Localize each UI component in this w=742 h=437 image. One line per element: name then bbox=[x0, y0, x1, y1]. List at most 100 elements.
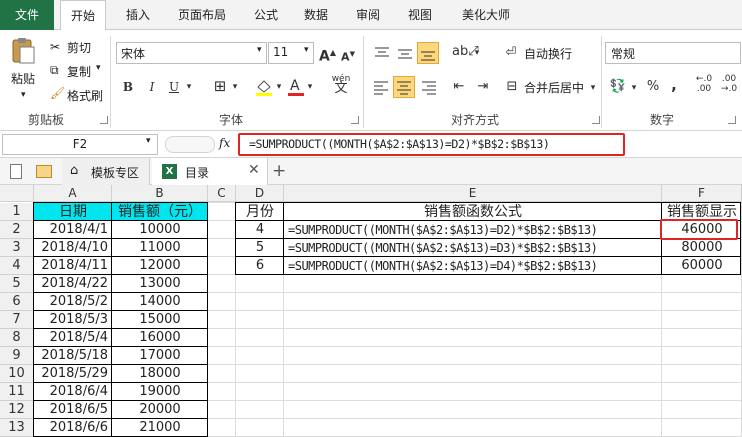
insert-function-icon[interactable]: fx bbox=[219, 136, 230, 150]
cut-icon[interactable]: ✂ bbox=[50, 40, 60, 54]
cell-a1-header[interactable]: 日期 bbox=[34, 203, 112, 221]
formula-input[interactable]: =SUMPRODUCT((MONTH($A$2:$A$13)=D2)*$B$2:… bbox=[238, 133, 625, 156]
name-box-dropdown-icon[interactable]: ▾ bbox=[146, 136, 151, 146]
percent-button[interactable]: % bbox=[645, 78, 661, 96]
menu-file[interactable]: 文件 bbox=[0, 0, 54, 30]
cell-month[interactable]: 6 bbox=[236, 257, 284, 275]
fill-color-icon[interactable] bbox=[254, 77, 274, 97]
cell-sales[interactable]: 12000 bbox=[112, 257, 208, 275]
paste-dropdown-icon[interactable]: ▾ bbox=[21, 90, 26, 100]
cell-date[interactable]: 2018/5/4 bbox=[34, 329, 112, 347]
cell-date[interactable]: 2018/6/5 bbox=[34, 401, 112, 419]
column-header-b[interactable]: B bbox=[112, 185, 208, 202]
menu-insert[interactable]: 插入 bbox=[118, 0, 158, 30]
row-header-13[interactable]: 13 bbox=[0, 419, 34, 437]
align-bottom-button[interactable] bbox=[417, 42, 439, 64]
merge-center-button[interactable]: 合并后居中 bbox=[524, 79, 584, 96]
cell-formula-text[interactable]: =SUMPRODUCT((MONTH($A$2:$A$13)=D2)*$B$2:… bbox=[284, 221, 662, 239]
cell-sales[interactable]: 13000 bbox=[112, 275, 208, 293]
underline-dropdown-icon[interactable]: ▾ bbox=[184, 78, 194, 96]
menu-page-layout[interactable]: 页面布局 bbox=[170, 0, 234, 30]
align-right-icon[interactable] bbox=[418, 78, 438, 96]
row-header-4[interactable]: 4 bbox=[0, 257, 34, 275]
merge-dropdown-icon[interactable]: ▾ bbox=[588, 79, 598, 97]
orientation-dropdown-icon[interactable]: ▾ bbox=[472, 44, 482, 62]
column-header-c[interactable]: C bbox=[208, 185, 236, 202]
cell-date[interactable]: 2018/4/1 bbox=[34, 221, 112, 239]
row-header-10[interactable]: 10 bbox=[0, 365, 34, 383]
number-format-select[interactable]: 常规 bbox=[605, 42, 741, 64]
cell-date[interactable]: 2018/5/18 bbox=[34, 347, 112, 365]
row-header-5[interactable]: 5 bbox=[0, 275, 34, 293]
menu-review[interactable]: 审阅 bbox=[350, 0, 386, 30]
cell-sales[interactable]: 11000 bbox=[112, 239, 208, 257]
grow-font-icon[interactable]: A▲ bbox=[319, 44, 336, 66]
cell-e1-header[interactable]: 销售额函数公式 bbox=[284, 203, 662, 221]
row-header-1[interactable]: 1 bbox=[0, 203, 34, 221]
phonetic-guide-icon[interactable]: wén 文 bbox=[327, 74, 355, 95]
column-header-e[interactable]: E bbox=[284, 185, 662, 202]
cell-sales[interactable]: 10000 bbox=[112, 221, 208, 239]
format-painter-icon[interactable]: 🖌 bbox=[50, 86, 65, 100]
tab-template-zone[interactable]: ⌂ 模板专区 bbox=[62, 158, 150, 185]
italic-button[interactable]: I bbox=[144, 78, 160, 96]
font-name-select[interactable]: 宋体 ▾ bbox=[116, 42, 267, 64]
cell-sales[interactable]: 20000 bbox=[112, 401, 208, 419]
wrap-text-button[interactable]: 自动换行 bbox=[524, 45, 572, 62]
cell-month[interactable]: 4 bbox=[236, 221, 284, 239]
font-size-select[interactable]: 11 ▾ bbox=[268, 42, 314, 64]
cell-sales[interactable]: 19000 bbox=[112, 383, 208, 401]
accounting-format-icon[interactable]: 💱 bbox=[608, 78, 628, 96]
menu-view[interactable]: 视图 bbox=[402, 0, 438, 30]
text-orientation-icon[interactable]: ab⤢ bbox=[452, 43, 479, 61]
copy-button[interactable]: 复制 bbox=[67, 63, 91, 80]
cell-date[interactable]: 2018/4/22 bbox=[34, 275, 112, 293]
folder-icon[interactable] bbox=[36, 165, 52, 178]
cell-date[interactable]: 2018/6/6 bbox=[34, 419, 112, 437]
cell-sales[interactable]: 18000 bbox=[112, 365, 208, 383]
cell-sales[interactable]: 21000 bbox=[112, 419, 208, 437]
cell-sales[interactable]: 16000 bbox=[112, 329, 208, 347]
cell-date[interactable]: 2018/4/10 bbox=[34, 239, 112, 257]
row-header-12[interactable]: 12 bbox=[0, 401, 34, 419]
decrease-decimal-icon[interactable]: .00 →.0 bbox=[719, 74, 739, 94]
bold-button[interactable]: B bbox=[120, 78, 136, 96]
column-header-a[interactable]: A bbox=[34, 185, 112, 202]
column-header-f[interactable]: F bbox=[662, 185, 742, 202]
decrease-indent-icon[interactable]: ⇤ bbox=[450, 78, 468, 96]
wrap-text-icon[interactable]: ⏎ bbox=[502, 44, 520, 62]
font-color-icon[interactable]: A bbox=[287, 76, 305, 98]
alignment-launcher-icon[interactable] bbox=[592, 116, 600, 124]
menu-formulas[interactable]: 公式 bbox=[248, 0, 284, 30]
cell-result[interactable]: 80000 bbox=[662, 239, 742, 257]
name-box[interactable]: F2 bbox=[2, 134, 158, 155]
cell-result[interactable]: 60000 bbox=[662, 257, 742, 275]
cut-button[interactable]: 剪切 bbox=[67, 39, 91, 56]
cell-d1-header[interactable]: 月份 bbox=[236, 203, 284, 221]
cell-date[interactable]: 2018/4/11 bbox=[34, 257, 112, 275]
paste-button[interactable]: 粘贴 bbox=[11, 70, 35, 87]
cell-formula-text[interactable]: =SUMPRODUCT((MONTH($A$2:$A$13)=D4)*$B$2:… bbox=[284, 257, 662, 275]
row-header-3[interactable]: 3 bbox=[0, 239, 34, 257]
font-launcher-icon[interactable] bbox=[351, 116, 359, 124]
increase-decimal-icon[interactable]: ←.0.00 bbox=[694, 74, 714, 94]
format-painter-button[interactable]: 格式刷 bbox=[67, 87, 103, 104]
cell-sales[interactable]: 17000 bbox=[112, 347, 208, 365]
row-header-8[interactable]: 8 bbox=[0, 329, 34, 347]
cell-sales[interactable]: 15000 bbox=[112, 311, 208, 329]
copy-dropdown-icon[interactable]: ▾ bbox=[96, 63, 101, 73]
cell-b1-header[interactable]: 销售额（元） bbox=[112, 203, 208, 221]
increase-indent-icon[interactable]: ⇥ bbox=[474, 78, 492, 96]
comma-style-button[interactable]: , bbox=[668, 76, 680, 94]
accounting-dropdown-icon[interactable]: ▾ bbox=[629, 79, 639, 97]
clipboard-launcher-icon[interactable] bbox=[100, 116, 108, 124]
add-tab-icon[interactable]: + bbox=[272, 161, 286, 181]
paste-icon[interactable] bbox=[8, 36, 38, 64]
align-left-icon[interactable] bbox=[372, 78, 392, 96]
menu-data[interactable]: 数据 bbox=[298, 0, 334, 30]
borders-icon[interactable]: ⊞ bbox=[210, 77, 230, 95]
row-header-7[interactable]: 7 bbox=[0, 311, 34, 329]
fill-color-dropdown-icon[interactable]: ▾ bbox=[274, 78, 284, 96]
cell-date[interactable]: 2018/6/4 bbox=[34, 383, 112, 401]
align-center-button[interactable] bbox=[393, 76, 415, 98]
